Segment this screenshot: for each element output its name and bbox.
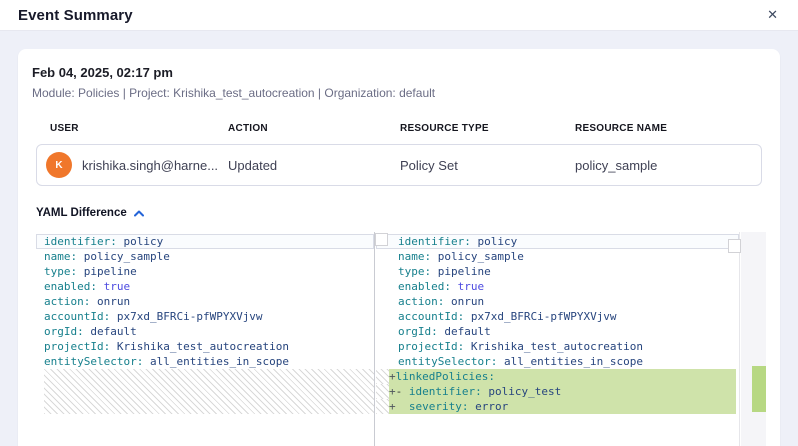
chevron-up-icon: [134, 210, 144, 217]
added-code-line: +- identifier: policy_test: [376, 384, 739, 399]
diff-pane-divider: [374, 232, 375, 446]
audit-table-header: USER ACTION RESOURCE TYPE RESOURCE NAME: [36, 100, 762, 144]
yaml-difference-toggle[interactable]: YAML Difference: [36, 207, 144, 219]
modal-body: Feb 04, 2025, 02:17 pm Module: Policies …: [0, 31, 798, 446]
column-header-resource-type: RESOURCE TYPE: [400, 123, 575, 134]
added-line-gutter-hatch: [376, 384, 389, 399]
table-row: K krishika.singh@harne... Updated Policy…: [36, 144, 762, 186]
user-cell: K krishika.singh@harne...: [37, 152, 228, 178]
diff-change-marker: [752, 366, 766, 412]
code-line: enabled: true: [36, 279, 374, 294]
right-pane-scrollbar[interactable]: [728, 239, 741, 253]
added-line-gutter-hatch: [376, 369, 389, 384]
close-icon[interactable]: ✕: [767, 9, 778, 22]
yaml-diff-editor: identifier: policyname: policy_sampletyp…: [36, 232, 766, 446]
event-summary-modal: Event Summary ✕ Feb 04, 2025, 02:17 pm M…: [0, 0, 798, 446]
column-header-resource-name: RESOURCE NAME: [575, 123, 762, 134]
added-line-gutter-hatch: [376, 399, 389, 414]
resource-type-cell: Policy Set: [400, 158, 575, 173]
code-line: orgId: default: [36, 324, 374, 339]
column-header-action: ACTION: [228, 123, 400, 134]
page-title: Event Summary: [18, 7, 133, 24]
code-line: type: pipeline: [36, 264, 374, 279]
code-line: entitySelector: all_entities_in_scope: [376, 354, 739, 369]
user-email: krishika.singh@harne...: [82, 158, 218, 173]
yaml-difference-label: YAML Difference: [36, 207, 127, 219]
code-line: projectId: Krishika_test_autocreation: [376, 339, 739, 354]
modal-header: Event Summary ✕: [0, 0, 798, 31]
code-line: name: policy_sample: [36, 249, 374, 264]
event-card: Feb 04, 2025, 02:17 pm Module: Policies …: [18, 49, 780, 446]
code-line: accountId: px7xd_BFRCi-pfWPYXVjvw: [376, 309, 739, 324]
column-header-user: USER: [36, 123, 228, 134]
deleted-placeholder-hatch: [44, 369, 374, 414]
diff-pane-original[interactable]: identifier: policyname: policy_sampletyp…: [36, 232, 374, 446]
code-line: entitySelector: all_entities_in_scope: [36, 354, 374, 369]
code-line: enabled: true: [376, 279, 739, 294]
avatar: K: [46, 152, 72, 178]
left-pane-scrollbar[interactable]: [375, 233, 388, 246]
action-cell: Updated: [228, 158, 400, 173]
code-line: projectId: Krishika_test_autocreation: [36, 339, 374, 354]
code-line: name: policy_sample: [376, 249, 739, 264]
code-line: action: onrun: [36, 294, 374, 309]
code-line: type: pipeline: [376, 264, 739, 279]
code-line: identifier: policy: [376, 234, 739, 249]
diff-pane-modified[interactable]: identifier: policyname: policy_sampletyp…: [376, 232, 740, 446]
added-code-line: + severity: error: [376, 399, 739, 414]
code-line: identifier: policy: [36, 234, 374, 249]
added-code-line: +linkedPolicies:: [376, 369, 739, 384]
code-line: orgId: default: [376, 324, 739, 339]
resource-name-cell: policy_sample: [575, 158, 761, 173]
event-meta-line: Module: Policies | Project: Krishika_tes…: [32, 86, 766, 100]
event-timestamp: Feb 04, 2025, 02:17 pm: [32, 63, 766, 80]
code-line: accountId: px7xd_BFRCi-pfWPYXVjvw: [36, 309, 374, 324]
overview-ruler[interactable]: [741, 232, 766, 446]
code-line: action: onrun: [376, 294, 739, 309]
